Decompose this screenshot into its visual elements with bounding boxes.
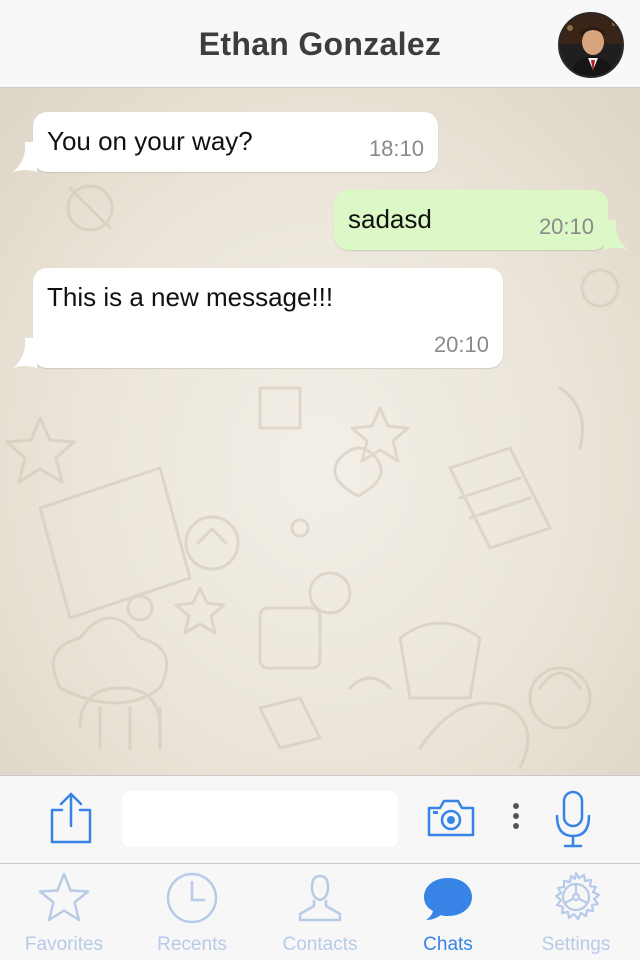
message-input[interactable] <box>122 791 398 847</box>
contact-name[interactable]: Ethan Gonzalez <box>0 0 640 88</box>
bubble-tail <box>13 338 37 368</box>
message-bubble-incoming[interactable]: You on your way? 18:10 <box>13 112 438 172</box>
gear-icon <box>554 871 601 921</box>
tab-label: Favorites <box>24 934 104 955</box>
camera-icon[interactable] <box>426 798 476 843</box>
tab-bar: Favorites Recents Contacts Chats Setting… <box>0 863 640 960</box>
chat-header: Ethan Gonzalez <box>0 0 640 88</box>
message-text: This is a new message!!! <box>47 282 334 312</box>
tab-chats[interactable]: Chats <box>384 864 512 960</box>
message-text: You on your way? <box>47 126 253 156</box>
star-icon <box>38 872 90 922</box>
chat-bubble-icon <box>424 878 472 920</box>
clock-icon <box>166 872 218 924</box>
bubble-tail <box>13 142 37 172</box>
message-bubble-outgoing[interactable]: sadasd 20:10 <box>334 190 628 250</box>
tab-label: Recents <box>157 934 227 955</box>
message-text: sadasd <box>348 204 432 234</box>
tab-favorites[interactable]: Favorites <box>0 864 128 960</box>
tab-label: Settings <box>541 934 611 955</box>
message-time: 20:10 <box>538 214 594 239</box>
message-time: 20:10 <box>433 332 489 357</box>
message-bubble-incoming[interactable]: This is a new message!!! 20:10 <box>13 268 503 368</box>
more-vertical-icon[interactable] <box>510 802 522 839</box>
tab-label: Chats <box>423 934 473 955</box>
microphone-icon[interactable] <box>554 790 592 853</box>
contact-avatar[interactable] <box>558 12 624 78</box>
tab-recents[interactable]: Recents <box>128 864 256 960</box>
chat-messages-area[interactable]: You on your way? 18:10 sadasd 20:10 This… <box>0 88 640 775</box>
tab-contacts[interactable]: Contacts <box>256 864 384 960</box>
share-icon[interactable] <box>48 790 94 851</box>
bubble-tail <box>604 220 628 250</box>
tab-settings[interactable]: Settings <box>512 864 640 960</box>
message-time: 18:10 <box>368 136 424 161</box>
tab-label: Contacts <box>282 934 358 955</box>
message-composer <box>0 775 640 863</box>
person-icon <box>298 874 342 922</box>
